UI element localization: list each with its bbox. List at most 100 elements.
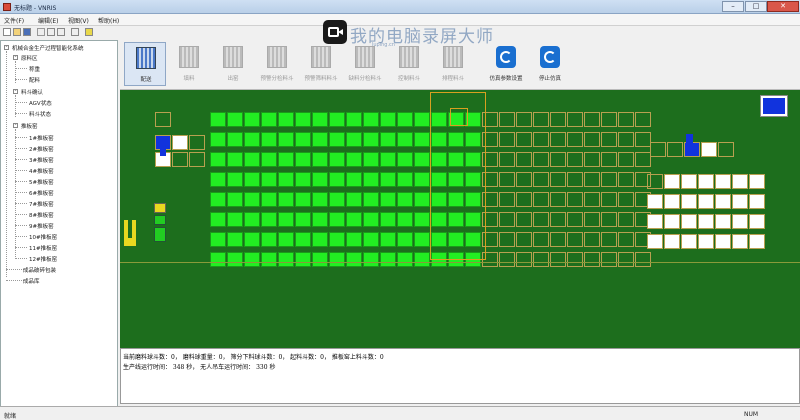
camera-lens-icon [338, 29, 343, 35]
print-icon[interactable] [71, 28, 79, 36]
menu-edit[interactable]: 编辑(E) [38, 16, 58, 25]
kiln-slot [346, 212, 362, 227]
kiln-slot [516, 132, 532, 147]
tree-item-kiln-4[interactable]: 4#推板窑 [29, 167, 54, 175]
robot-arm-icon [179, 46, 199, 68]
tree-item-hopper-confirm[interactable]: 料斗确认 [21, 88, 43, 96]
warehouse-slot [732, 214, 748, 229]
new-file-icon[interactable] [3, 28, 11, 36]
kiln-slot [516, 212, 532, 227]
kiln-slot [227, 172, 243, 187]
copy-icon[interactable] [47, 28, 55, 36]
kiln-slot [550, 252, 566, 267]
kiln-slot [533, 252, 549, 267]
recorder-watermark-url: luping.cn [372, 42, 395, 48]
expand-toggle-icon[interactable]: - [13, 89, 18, 94]
kiln-slot [244, 112, 260, 127]
tool-unload-button[interactable]: 出窑 [212, 42, 254, 86]
tree-item-weighing[interactable]: 称重 [29, 65, 40, 73]
tree-item-kiln-2[interactable]: 2#推板窑 [29, 145, 54, 153]
close-button[interactable]: ✕ [767, 1, 799, 12]
kiln-slot [244, 132, 260, 147]
tree-item-kiln-6[interactable]: 6#推板窑 [29, 189, 54, 197]
warehouse-slot [715, 174, 731, 189]
kiln-slot [533, 172, 549, 187]
minimize-button[interactable]: – [722, 1, 744, 12]
kiln-slot [380, 252, 396, 267]
tree-item-hopper-status[interactable]: 料斗状态 [29, 110, 51, 118]
tree-item-kiln-1[interactable]: 1#推板窑 [29, 134, 54, 142]
kiln-slot [567, 212, 583, 227]
tree-item-kiln-10[interactable]: 10#推板窑 [29, 233, 57, 241]
tree-item-kiln-7[interactable]: 7#推板窑 [29, 200, 54, 208]
expand-toggle-icon[interactable]: - [4, 45, 9, 50]
stop-simulation-button[interactable]: 停止仿真 [529, 42, 571, 86]
kiln-slot [635, 132, 651, 147]
tree-item-kiln-8[interactable]: 8#推板窑 [29, 211, 54, 219]
track-line [120, 262, 800, 263]
expand-toggle-icon[interactable]: - [13, 55, 18, 60]
tree-item-kiln-11[interactable]: 11#推板窑 [29, 244, 57, 252]
tool-shortage-sort-button[interactable]: 缺料分检料斗 [344, 42, 386, 86]
open-folder-icon[interactable] [13, 28, 21, 36]
kiln-slot [584, 172, 600, 187]
menu-view[interactable]: 视图(V) [68, 16, 89, 25]
tree-root[interactable]: 机械合金生产过程智能化系统 [12, 44, 84, 52]
tree-connector [15, 68, 27, 69]
tree-item-kiln-9[interactable]: 9#推板窑 [29, 222, 54, 230]
kiln-slot [278, 112, 294, 127]
tree-item-warehouse[interactable]: 成品库 [23, 277, 40, 285]
warehouse-slot [749, 234, 765, 249]
kiln-slot [380, 152, 396, 167]
paste-icon[interactable] [57, 28, 65, 36]
info-panel: 当前磨料球斗数：0， 磨料球重量：0， 筛分下料球斗数：0， 起料斗数：0， 推… [120, 348, 800, 404]
robot-arm-icon [355, 46, 375, 68]
tree-item-kiln-3[interactable]: 3#推板窑 [29, 156, 54, 164]
info-line-counts: 当前磨料球斗数：0， 磨料球重量：0， 筛分下料球斗数：0， 起料斗数：0， 推… [123, 354, 384, 361]
tool-control-button[interactable]: 控制料斗 [388, 42, 430, 86]
tree-connector [15, 214, 27, 215]
kiln-slot [295, 132, 311, 147]
tree-item-kiln-5[interactable]: 5#推板窑 [29, 178, 54, 186]
kiln-slot [380, 232, 396, 247]
tool-deliver-button[interactable]: 配送 [124, 42, 166, 86]
kiln-slot [584, 112, 600, 127]
help-icon[interactable] [85, 28, 93, 36]
navigation-tree: - 机械合金生产过程智能化系统 - 原料区 称重 配料 - 料斗确认 AGV状态… [0, 40, 118, 408]
kiln-slot [363, 132, 379, 147]
menu-file[interactable]: 文件(F) [4, 16, 24, 25]
kiln-slot [329, 252, 345, 267]
tool-warn-sieve-button[interactable]: 预警筛料料斗 [300, 42, 342, 86]
kiln-slot [227, 232, 243, 247]
simulation-settings-button[interactable]: 仿真参数设置 [485, 42, 527, 86]
warehouse-slot [715, 234, 731, 249]
kiln-slot [567, 132, 583, 147]
tree-item-kiln-12[interactable]: 12#推板窑 [29, 255, 57, 263]
save-icon[interactable] [23, 28, 31, 36]
tool-fill-button[interactable]: 填料 [168, 42, 210, 86]
tool-warn-sort-button[interactable]: 预警分检料斗 [256, 42, 298, 86]
expand-toggle-icon[interactable]: - [13, 123, 18, 128]
kiln-slot [312, 232, 328, 247]
tool-schedule-button[interactable]: 排程料斗 [432, 42, 474, 86]
kiln-slot [414, 172, 430, 187]
standard-toolbar [0, 26, 120, 38]
maximize-button[interactable]: □ [745, 1, 767, 12]
menu-help[interactable]: 帮助(H) [98, 16, 119, 25]
kiln-slot [584, 232, 600, 247]
tree-item-raw-area[interactable]: 原料区 [21, 54, 38, 62]
kiln-slot [295, 192, 311, 207]
screen-recorder-badge[interactable] [323, 20, 347, 44]
kiln-slot [363, 152, 379, 167]
tree-item-pusher-kiln[interactable]: 推板窑 [21, 122, 38, 130]
kiln-slot [499, 232, 515, 247]
tree-item-agv-status[interactable]: AGV状态 [29, 99, 52, 107]
kiln-slot [516, 192, 532, 207]
tree-item-packaging[interactable]: 成品破碎包装 [23, 266, 56, 274]
tree-item-batching[interactable]: 配料 [29, 76, 40, 84]
kiln-slot [295, 212, 311, 227]
tree-connector [6, 51, 7, 277]
cut-icon[interactable] [37, 28, 45, 36]
forklift-base [124, 238, 136, 246]
tree-connector [6, 269, 24, 270]
